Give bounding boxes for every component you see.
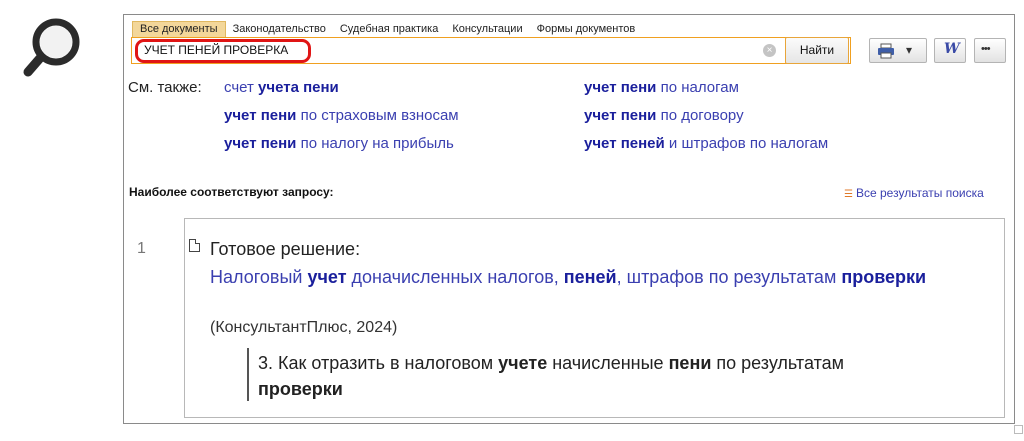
tab-document-forms[interactable]: Формы документов xyxy=(530,21,643,36)
text-fragment: по страховым взносам xyxy=(296,107,459,124)
text-fragment: доначисленных налогов, xyxy=(346,267,564,287)
text-fragment: и штрафов по налогам xyxy=(664,135,829,152)
see-also-label: См. также: xyxy=(128,79,202,96)
text-fragment: начисленные xyxy=(547,353,669,373)
resize-corner xyxy=(1014,425,1023,434)
tab-court-practice[interactable]: Судебная практика xyxy=(333,21,445,36)
text-fragment: по договору xyxy=(656,107,744,124)
text-fragment: счет xyxy=(224,79,259,96)
see-also-link[interactable]: учет пени по договору xyxy=(584,107,744,124)
highlighted-term: учете xyxy=(498,353,548,373)
see-also-link[interactable]: учет пени по налогам xyxy=(584,79,739,96)
magnifier-icon xyxy=(23,18,80,77)
text-fragment: Налоговый xyxy=(210,267,308,287)
print-button[interactable]: ▾ xyxy=(869,38,927,63)
highlighted-term: проверки xyxy=(841,267,927,287)
text-fragment: по налогу на прибыль xyxy=(296,135,454,152)
export-word-button[interactable]: W xyxy=(934,38,966,63)
highlighted-term: учета пени xyxy=(258,79,339,96)
highlighted-term: учет пени xyxy=(224,135,297,152)
search-input[interactable]: УЧЕТ ПЕНЕЙ ПРОВЕРКА × xyxy=(131,37,851,64)
highlighted-term: учет пеней xyxy=(584,135,665,152)
more-icon: ••• xyxy=(981,43,991,55)
result-number: 1 xyxy=(137,240,146,257)
result-type: Готовое решение: xyxy=(210,239,361,259)
printer-icon xyxy=(878,43,894,59)
highlighted-term: учет xyxy=(307,267,347,287)
see-also-link[interactable]: учет пени по страховым взносам xyxy=(224,107,459,124)
highlighted-term: учет пени xyxy=(584,107,657,124)
see-also-link[interactable]: учет пеней и штрафов по налогам xyxy=(584,135,828,152)
highlighted-term: пеней xyxy=(563,267,617,287)
see-also-link[interactable]: счет учета пени xyxy=(224,79,339,96)
word-icon: W xyxy=(944,41,960,57)
find-button[interactable]: Найти xyxy=(785,37,849,64)
text-fragment: 3. Как отразить в налоговом xyxy=(258,353,499,373)
list-icon: ☰ xyxy=(844,189,853,200)
see-also-link[interactable]: учет пени по налогу на прибыль xyxy=(224,135,454,152)
all-results-link[interactable]: ☰ Все результаты поиска xyxy=(844,186,984,200)
document-icon xyxy=(189,239,200,252)
text-fragment: по результатам xyxy=(711,353,844,373)
text-fragment: , штрафов по результатам xyxy=(616,267,842,287)
tab-legislation[interactable]: Законодательство xyxy=(226,21,333,36)
result-source: (КонсультантПлюс, 2024) xyxy=(210,319,398,336)
tab-consultations[interactable]: Консультации xyxy=(445,21,529,36)
all-results-label: Все результаты поиска xyxy=(856,186,984,200)
snippet-text: 3. Как отразить в налоговом учете начисл… xyxy=(258,350,918,402)
tab-bar: Все документы Законодательство Судебная … xyxy=(132,21,643,37)
best-match-heading: Наиболее соответствуют запросу: xyxy=(129,185,334,199)
search-query-text: УЧЕТ ПЕНЕЙ ПРОВЕРКА xyxy=(144,43,289,57)
more-button[interactable]: ••• xyxy=(974,38,1006,63)
highlighted-term: проверки xyxy=(258,379,343,399)
chevron-down-icon[interactable]: ▾ xyxy=(906,43,912,57)
highlighted-term: пени xyxy=(668,353,712,373)
highlighted-term: учет пени xyxy=(224,107,297,124)
tab-all-documents[interactable]: Все документы xyxy=(132,21,226,37)
text-fragment: по налогам xyxy=(656,79,739,96)
search-window: Все документы Законодательство Судебная … xyxy=(123,14,1015,424)
highlighted-term: учет пени xyxy=(584,79,657,96)
result-title-link[interactable]: Налоговый учет доначисленных налогов, пе… xyxy=(210,264,970,290)
clear-icon[interactable]: × xyxy=(763,44,776,57)
result-snippet[interactable]: 3. Как отразить в налоговом учете начисл… xyxy=(247,348,909,401)
